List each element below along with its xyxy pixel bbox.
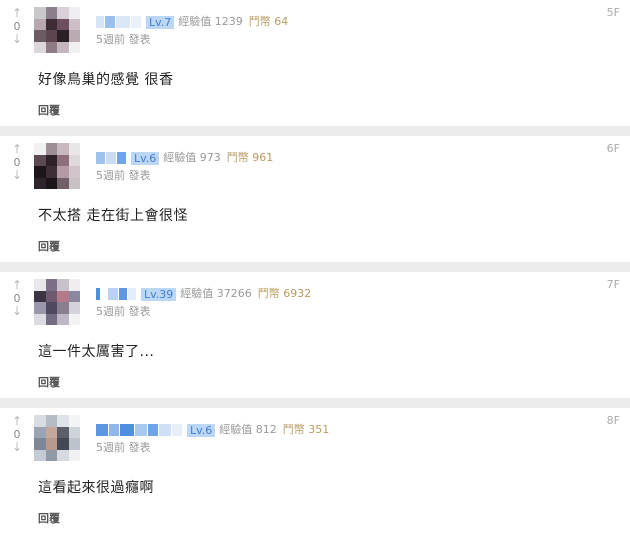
upvote-arrow-icon[interactable]: ↑	[9, 279, 25, 292]
vote-widget: ↑ 0 ↓	[9, 7, 25, 46]
downvote-arrow-icon[interactable]: ↓	[9, 169, 25, 182]
username-pixelated[interactable]	[96, 152, 127, 164]
coin-count: 鬥幣 961	[226, 151, 274, 164]
downvote-arrow-icon[interactable]: ↓	[9, 305, 25, 318]
vote-widget: ↑ 0 ↓	[9, 279, 25, 318]
reply-button[interactable]: 回覆	[38, 102, 60, 118]
coin-count: 鬥幣 6932	[257, 287, 312, 300]
comment-list: ↑ 0 ↓ Lv.7 經驗值 1239 鬥幣 64 5週前 發表 5F 好像鳥巢的感…	[0, 0, 630, 534]
upvote-arrow-icon[interactable]: ↑	[9, 7, 25, 20]
exp-points: 經驗值 973	[163, 151, 221, 164]
reply-button[interactable]: 回覆	[38, 374, 60, 390]
post-date: 5週前 發表	[96, 33, 151, 46]
exp-points: 經驗值 1239	[178, 15, 243, 28]
comment-text: 不太搭 走在街上會很怪	[38, 208, 188, 224]
username-pixelated[interactable]	[96, 16, 142, 28]
comment-item: ↑ 0 ↓ Lv.6 經驗值 973 鬥幣 961 5週前 發表 6F 不太搭 走在…	[0, 136, 630, 272]
username-pixelated[interactable]	[96, 288, 137, 300]
avatar[interactable]	[34, 7, 80, 53]
comment-meta: Lv.39 經驗值 37266 鬥幣 6932	[96, 285, 317, 301]
post-date: 5週前 發表	[96, 441, 151, 454]
avatar[interactable]	[34, 143, 80, 189]
coin-count: 鬥幣 64	[248, 15, 289, 28]
comment-item: ↑ 0 ↓ Lv.39 經驗值 37266 鬥幣 6932 5週前 發表 7F 這一…	[0, 272, 630, 408]
comment-meta: Lv.6 經驗值 973 鬥幣 961	[96, 149, 279, 165]
exp-points: 經驗值 37266	[180, 287, 252, 300]
floor-number: 8F	[606, 414, 620, 427]
exp-points: 經驗值 812	[219, 423, 277, 436]
level-badge: Lv.6	[187, 423, 216, 437]
avatar[interactable]	[34, 415, 80, 461]
comment-item: ↑ 0 ↓ Lv.7 經驗值 1239 鬥幣 64 5週前 發表 5F 好像鳥巢的感…	[0, 0, 630, 136]
level-badge: Lv.6	[131, 151, 160, 165]
comment-text: 這一件太厲害了...	[38, 344, 155, 360]
post-date: 5週前 發表	[96, 305, 151, 318]
coin-count: 鬥幣 351	[282, 423, 330, 436]
username-pixelated[interactable]	[96, 424, 183, 436]
level-badge: Lv.7	[146, 15, 175, 29]
downvote-arrow-icon[interactable]: ↓	[9, 441, 25, 454]
reply-button[interactable]: 回覆	[38, 510, 60, 526]
reply-button[interactable]: 回覆	[38, 238, 60, 254]
comment-meta: Lv.6 經驗值 812 鬥幣 351	[96, 421, 335, 437]
floor-number: 6F	[606, 142, 620, 155]
comment-item: ↑ 0 ↓ Lv.6 經驗值 812 鬥幣 351 5週前 發表 8F 這看起來很過…	[0, 408, 630, 534]
level-badge: Lv.39	[141, 287, 177, 301]
vote-widget: ↑ 0 ↓	[9, 143, 25, 182]
comment-text: 好像鳥巢的感覺 很香	[38, 72, 174, 88]
upvote-arrow-icon[interactable]: ↑	[9, 143, 25, 156]
upvote-arrow-icon[interactable]: ↑	[9, 415, 25, 428]
comment-meta: Lv.7 經驗值 1239 鬥幣 64	[96, 13, 294, 29]
comment-text: 這看起來很過癮啊	[38, 480, 154, 496]
post-date: 5週前 發表	[96, 169, 151, 182]
floor-number: 5F	[606, 6, 620, 19]
avatar[interactable]	[34, 279, 80, 325]
floor-number: 7F	[606, 278, 620, 291]
downvote-arrow-icon[interactable]: ↓	[9, 33, 25, 46]
vote-widget: ↑ 0 ↓	[9, 415, 25, 454]
